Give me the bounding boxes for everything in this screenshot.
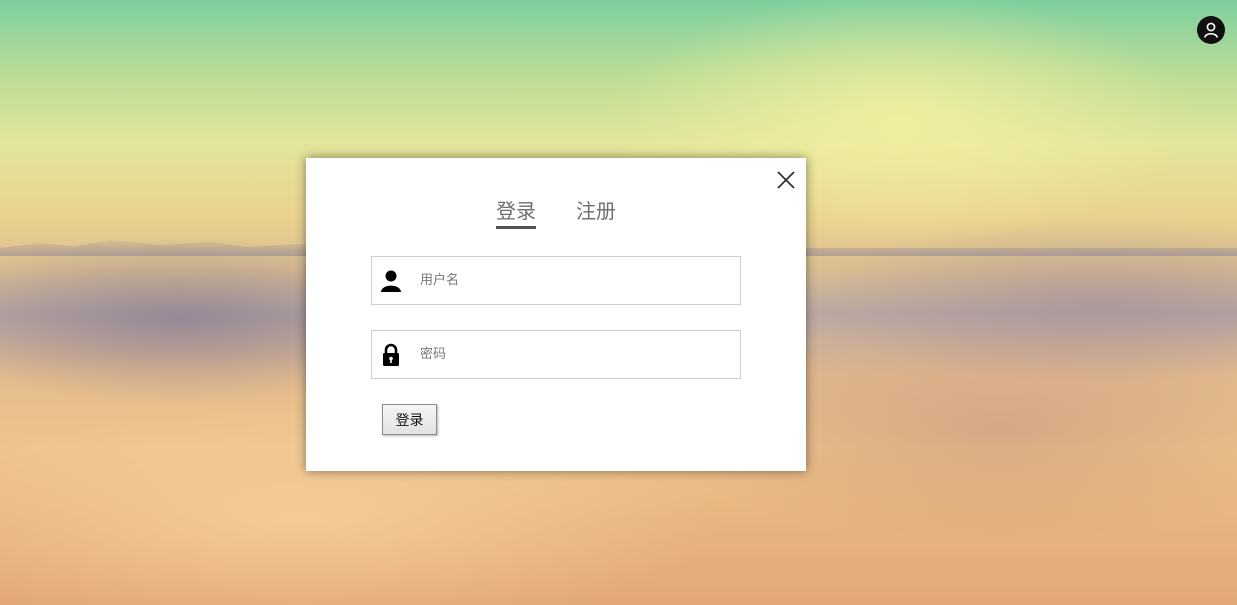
password-input[interactable] <box>408 330 740 379</box>
tab-register[interactable]: 注册 <box>576 198 616 229</box>
auth-tabs: 登录 注册 <box>306 198 806 229</box>
close-icon <box>777 171 795 189</box>
login-submit-button[interactable]: 登录 <box>382 404 437 435</box>
username-input[interactable] <box>408 256 740 305</box>
username-field <box>371 256 741 305</box>
user-circle-icon <box>1204 22 1218 38</box>
lock-icon <box>374 343 408 367</box>
tab-login[interactable]: 登录 <box>496 198 536 229</box>
user-account-button[interactable] <box>1197 16 1225 44</box>
close-button[interactable] <box>776 170 796 190</box>
password-field <box>371 330 741 379</box>
person-icon <box>374 269 408 293</box>
login-dialog: 登录 注册 登录 <box>306 158 806 471</box>
